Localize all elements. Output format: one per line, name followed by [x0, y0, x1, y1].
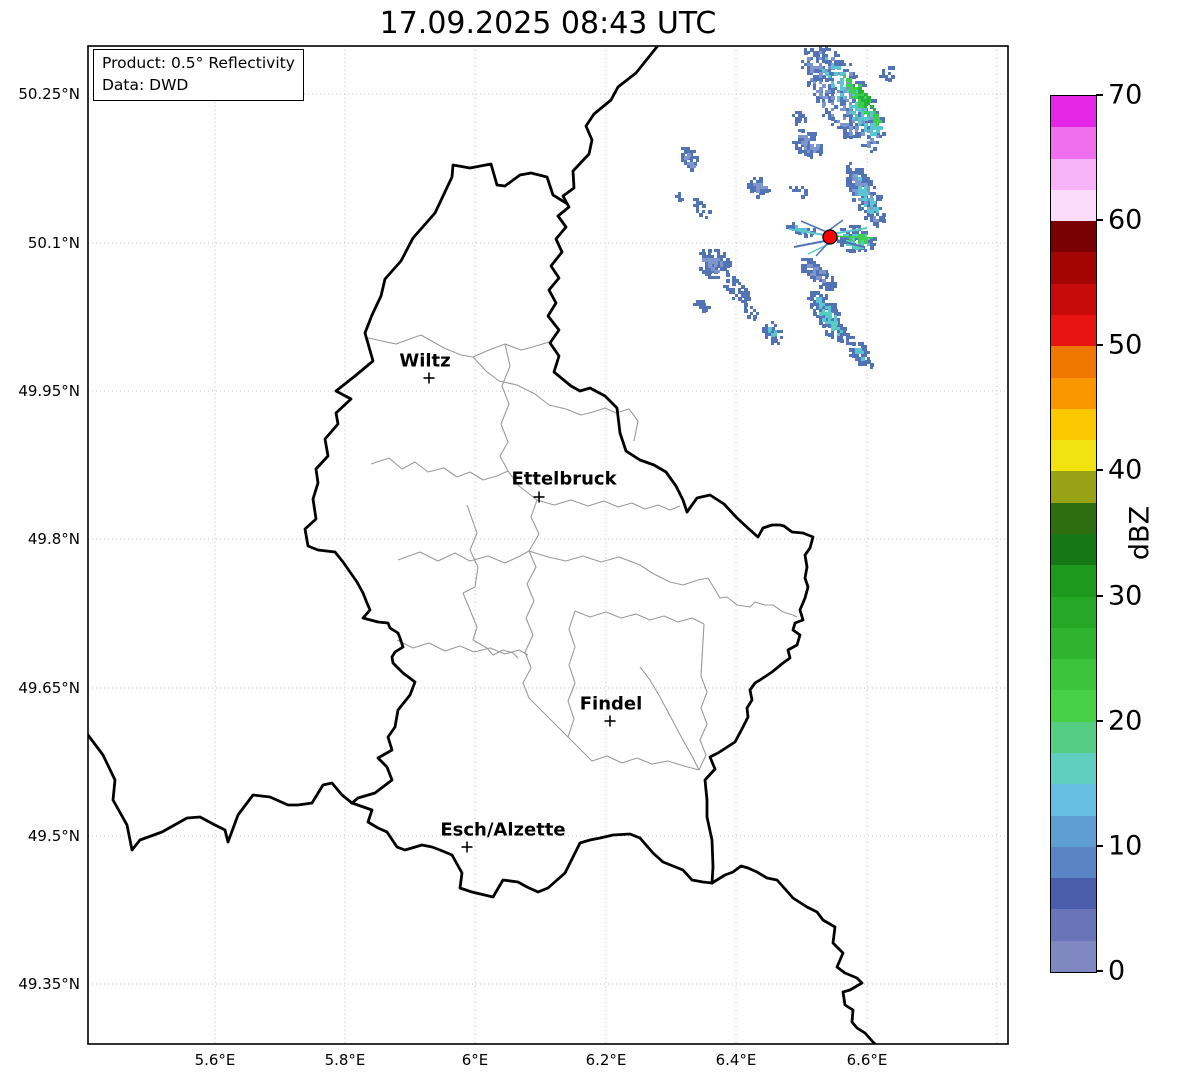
- colorbar-segment: [1051, 846, 1096, 879]
- colorbar-segment: [1051, 283, 1096, 315]
- lon-tick-label: 6.2°E: [585, 1051, 627, 1069]
- colorbar-segment: [1051, 346, 1096, 378]
- colorbar-segment: [1051, 189, 1096, 222]
- colorbar-tick-mark: [1096, 970, 1103, 972]
- colorbar-tick-label: 40: [1108, 454, 1143, 486]
- lat-tick-label: 50.25°N: [18, 85, 80, 103]
- lat-tick-label: 49.95°N: [18, 382, 80, 400]
- lon-tick-label: 5.8°E: [324, 1051, 366, 1069]
- city-marker-plus: [533, 491, 545, 503]
- colorbar-segment: [1051, 440, 1096, 472]
- colorbar-segment: [1051, 127, 1096, 159]
- country-borders: [88, 46, 877, 1044]
- colorbar-tick-mark: [1096, 94, 1103, 96]
- colorbar-segment: [1051, 596, 1096, 628]
- colorbar-tick-label: 50: [1108, 329, 1143, 361]
- radar-figure: 17.09.2025 08:43 UTC Product: 0.5° Refle…: [0, 0, 1184, 1081]
- colorbar-tick-label: 0: [1108, 955, 1126, 987]
- colorbar-tick-label: 60: [1108, 204, 1143, 236]
- map-canvas: [87, 45, 1009, 1045]
- dbz-colorbar: [1050, 95, 1097, 973]
- colorbar-segment: [1051, 158, 1096, 190]
- colorbar-segment: [1051, 784, 1096, 816]
- lon-tick-label: 6°E: [461, 1051, 489, 1069]
- colorbar-tick-label: 30: [1108, 580, 1143, 612]
- colorbar-segment: [1051, 408, 1096, 441]
- radar-site-dot: [822, 229, 838, 245]
- lon-tick-label: 6.6°E: [846, 1051, 888, 1069]
- product-line: Product: 0.5° Reflectivity: [102, 54, 295, 72]
- lon-tick-label: 6.4°E: [715, 1051, 757, 1069]
- city-label-esch-alzette: Esch/Alzette: [440, 819, 566, 841]
- colorbar-segment: [1051, 878, 1096, 910]
- city-label-wiltz: Wiltz: [399, 350, 451, 372]
- lat-tick-label: 49.65°N: [18, 679, 80, 697]
- colorbar-segment: [1051, 659, 1096, 691]
- colorbar-segment: [1051, 502, 1096, 534]
- colorbar-segment: [1051, 221, 1096, 253]
- colorbar-tick-mark: [1096, 844, 1103, 847]
- colorbar-segment: [1051, 96, 1096, 128]
- colorbar-segment: [1051, 753, 1096, 785]
- colorbar-segment: [1051, 534, 1096, 566]
- colorbar-tick-mark: [1096, 469, 1103, 472]
- colorbar-segment: [1051, 690, 1096, 722]
- lon-tick-label: 5.6°E: [194, 1051, 236, 1069]
- colorbar-tick-label: 70: [1108, 79, 1143, 111]
- colorbar-tick-mark: [1096, 719, 1103, 722]
- colorbar-tick-mark: [1096, 344, 1103, 347]
- city-markers: [423, 372, 616, 853]
- colorbar-segment: [1051, 940, 1096, 972]
- colorbar-segment: [1051, 721, 1096, 753]
- colorbar-segment: [1051, 565, 1096, 597]
- city-label-findel: Findel: [579, 693, 643, 715]
- lat-tick-label: 49.8°N: [27, 530, 80, 548]
- colorbar-tick-label: 10: [1108, 830, 1143, 862]
- city-marker-plus: [461, 841, 473, 853]
- colorbar-segment: [1051, 815, 1096, 847]
- city-label-ettelbruck: Ettelbruck: [511, 468, 617, 490]
- lat-tick-label: 49.5°N: [27, 827, 80, 845]
- colorbar-axis-label: dBZ: [1124, 505, 1156, 561]
- colorbar-tick-mark: [1096, 219, 1103, 222]
- lat-tick-label: 50.1°N: [27, 234, 80, 252]
- colorbar-segment: [1051, 315, 1096, 347]
- colorbar-tick-label: 20: [1108, 705, 1143, 737]
- colorbar-segment: [1051, 471, 1096, 503]
- colorbar-segment: [1051, 909, 1096, 941]
- city-marker-plus: [604, 715, 616, 727]
- city-marker-plus: [423, 372, 435, 384]
- colorbar-segment: [1051, 377, 1096, 409]
- colorbar-tick-mark: [1096, 594, 1103, 597]
- lat-tick-label: 49.35°N: [18, 975, 80, 993]
- colorbar-segment: [1051, 627, 1096, 660]
- product-info-box: Product: 0.5° Reflectivity Data: DWD: [93, 49, 304, 102]
- colorbar-segment: [1051, 252, 1096, 284]
- data-source-line: Data: DWD: [102, 75, 189, 94]
